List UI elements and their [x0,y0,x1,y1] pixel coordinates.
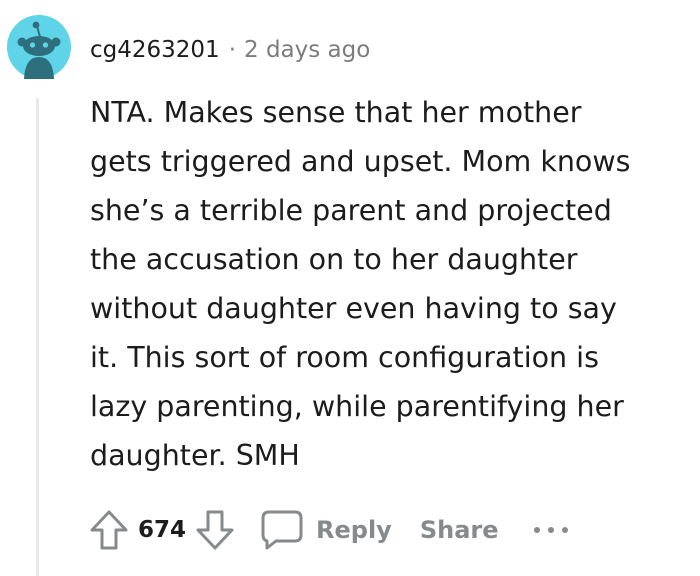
more-options-button[interactable] [533,524,569,536]
comment: cg4263201 · 2 days ago NTA. Makes sense … [0,0,700,576]
reply-button[interactable]: Reply [260,509,392,551]
more-dots-icon [533,527,568,533]
reply-label: Reply [316,516,392,544]
comment-body: NTA. Makes sense that her mother gets tr… [90,96,631,472]
snoo-avatar-icon [7,15,71,79]
timestamp[interactable]: 2 days ago [244,37,370,63]
username[interactable]: cg4263201 [90,37,220,63]
upvote-button[interactable] [84,505,134,555]
thread-line[interactable] [36,98,39,576]
comment-header: cg4263201 · 2 days ago [90,34,370,66]
vote-score: 674 [138,517,187,543]
avatar[interactable] [7,15,71,79]
meta-separator: · [228,37,236,63]
downvote-button[interactable] [190,505,240,555]
speech-bubble-icon [261,510,303,550]
share-button[interactable]: Share [420,516,499,544]
action-bar: 674 Reply Share [84,504,569,556]
downvote-arrow-icon [196,510,234,550]
upvote-arrow-icon [90,510,128,550]
